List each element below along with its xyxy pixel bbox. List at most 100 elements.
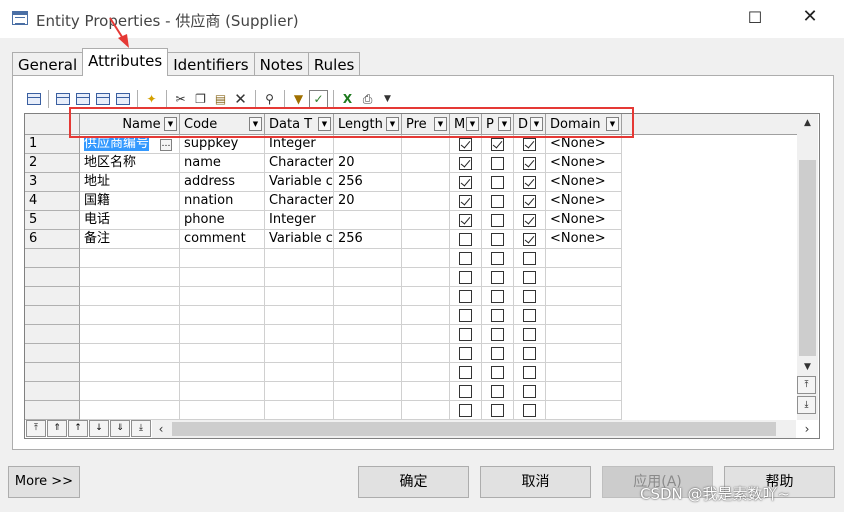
checkbox-p[interactable]	[491, 347, 504, 360]
cell-code[interactable]	[180, 325, 265, 344]
cell-pre[interactable]	[402, 192, 450, 211]
cell-domain[interactable]	[546, 287, 622, 306]
table-row[interactable]: 5 电话 phone Integer <None>	[25, 211, 801, 230]
cell-code[interactable]: comment	[180, 230, 265, 249]
cell-m[interactable]	[450, 363, 482, 382]
cell-type[interactable]	[265, 249, 334, 268]
cell-d[interactable]	[514, 154, 546, 173]
cell-d[interactable]	[514, 173, 546, 192]
checkbox-m[interactable]	[459, 385, 472, 398]
checkbox-m[interactable]	[459, 347, 472, 360]
cancel-button[interactable]: 取消	[480, 466, 591, 498]
filter-active-icon[interactable]: ✓	[309, 89, 328, 109]
checkbox-d[interactable]	[523, 195, 536, 208]
checkbox-p[interactable]	[491, 176, 504, 189]
cell-code[interactable]	[180, 268, 265, 287]
cell-domain[interactable]: <None>	[546, 173, 622, 192]
cell-code[interactable]	[180, 363, 265, 382]
cell-p[interactable]	[482, 192, 514, 211]
cell-d[interactable]	[514, 325, 546, 344]
cell-type[interactable]	[265, 287, 334, 306]
checkbox-p[interactable]	[491, 157, 504, 170]
cell-name[interactable]	[80, 287, 180, 306]
cell-m[interactable]	[450, 344, 482, 363]
checkbox-m[interactable]	[459, 214, 472, 227]
checkbox-p[interactable]	[491, 290, 504, 303]
cell-pre[interactable]	[402, 363, 450, 382]
cell-pre[interactable]	[402, 135, 450, 154]
cell-m[interactable]	[450, 268, 482, 287]
checkbox-m[interactable]	[459, 138, 472, 151]
column-filter-dropdown-icon[interactable]: ▼	[434, 117, 447, 131]
table-row[interactable]	[25, 249, 801, 268]
cell-p[interactable]	[482, 287, 514, 306]
checkbox-d[interactable]	[523, 309, 536, 322]
cell-code[interactable]	[180, 382, 265, 401]
checkbox-p[interactable]	[491, 328, 504, 341]
cell-p[interactable]	[482, 306, 514, 325]
row-up-icon[interactable]: ↑	[68, 420, 88, 437]
cell-pre[interactable]	[402, 249, 450, 268]
scroll-up-icon[interactable]: ▲	[797, 114, 818, 132]
column-header-d[interactable]: D ▼	[514, 114, 546, 135]
find-icon[interactable]: ⚲	[260, 90, 279, 109]
cell-m[interactable]	[450, 192, 482, 211]
cell-length[interactable]: 256	[334, 173, 402, 192]
cell-type[interactable]: Character	[265, 192, 334, 211]
cell-m[interactable]	[450, 306, 482, 325]
horizontal-scroll-thumb[interactable]	[172, 422, 776, 436]
checkbox-d[interactable]	[523, 271, 536, 284]
move-bottom-icon[interactable]: ⤓	[797, 396, 816, 414]
insert-row-icon[interactable]	[53, 90, 72, 109]
column-header-name[interactable]: Name ▼	[80, 114, 180, 135]
cell-name[interactable]	[80, 249, 180, 268]
tab-rules[interactable]: Rules	[307, 52, 361, 76]
column-header-m[interactable]: M ▼	[450, 114, 482, 135]
cut-icon[interactable]: ✂	[171, 90, 190, 109]
cell-length[interactable]	[334, 211, 402, 230]
cell-length[interactable]	[334, 401, 402, 420]
cell-p[interactable]	[482, 344, 514, 363]
cell-code[interactable]: name	[180, 154, 265, 173]
cell-code[interactable]	[180, 249, 265, 268]
cell-p[interactable]	[482, 363, 514, 382]
cell-name[interactable]: 供应商编号…	[80, 135, 180, 154]
cell-pre[interactable]	[402, 325, 450, 344]
cell-domain[interactable]	[546, 344, 622, 363]
checkbox-m[interactable]	[459, 366, 472, 379]
table-row[interactable]: 6 备注 comment Variable c 256 <None>	[25, 230, 801, 249]
checkbox-p[interactable]	[491, 404, 504, 417]
column-filter-dropdown-icon[interactable]: ▼	[318, 117, 331, 131]
cell-d[interactable]	[514, 230, 546, 249]
cell-length[interactable]: 20	[334, 154, 402, 173]
table-row[interactable]	[25, 344, 801, 363]
cell-domain[interactable]: <None>	[546, 192, 622, 211]
cell-length[interactable]	[334, 363, 402, 382]
add-attributes-icon[interactable]	[93, 90, 112, 109]
checkbox-p[interactable]	[491, 252, 504, 265]
cell-domain[interactable]: <None>	[546, 135, 622, 154]
checkbox-m[interactable]	[459, 233, 472, 246]
checkbox-p[interactable]	[491, 271, 504, 284]
cell-type[interactable]: Integer	[265, 135, 334, 154]
checkbox-m[interactable]	[459, 309, 472, 322]
copy-icon[interactable]: ❐	[191, 90, 210, 109]
table-row[interactable]	[25, 363, 801, 382]
cell-pre[interactable]	[402, 382, 450, 401]
scroll-right-icon[interactable]: ›	[798, 420, 816, 438]
column-header-code[interactable]: Code ▼	[180, 114, 265, 135]
cell-p[interactable]	[482, 173, 514, 192]
cell-m[interactable]	[450, 230, 482, 249]
checkbox-m[interactable]	[459, 328, 472, 341]
page-down-icon[interactable]: ⇓	[110, 420, 130, 437]
cell-pre[interactable]	[402, 344, 450, 363]
cell-domain[interactable]: <None>	[546, 230, 622, 249]
vertical-scroll-thumb[interactable]	[799, 160, 816, 356]
print-icon[interactable]: ⎙	[358, 90, 377, 109]
cell-code[interactable]: address	[180, 173, 265, 192]
checkbox-d[interactable]	[523, 347, 536, 360]
dropdown-icon[interactable]: ▼	[378, 90, 397, 109]
cell-code[interactable]	[180, 401, 265, 420]
new-icon[interactable]: ✦	[142, 90, 161, 109]
checkbox-m[interactable]	[459, 176, 472, 189]
